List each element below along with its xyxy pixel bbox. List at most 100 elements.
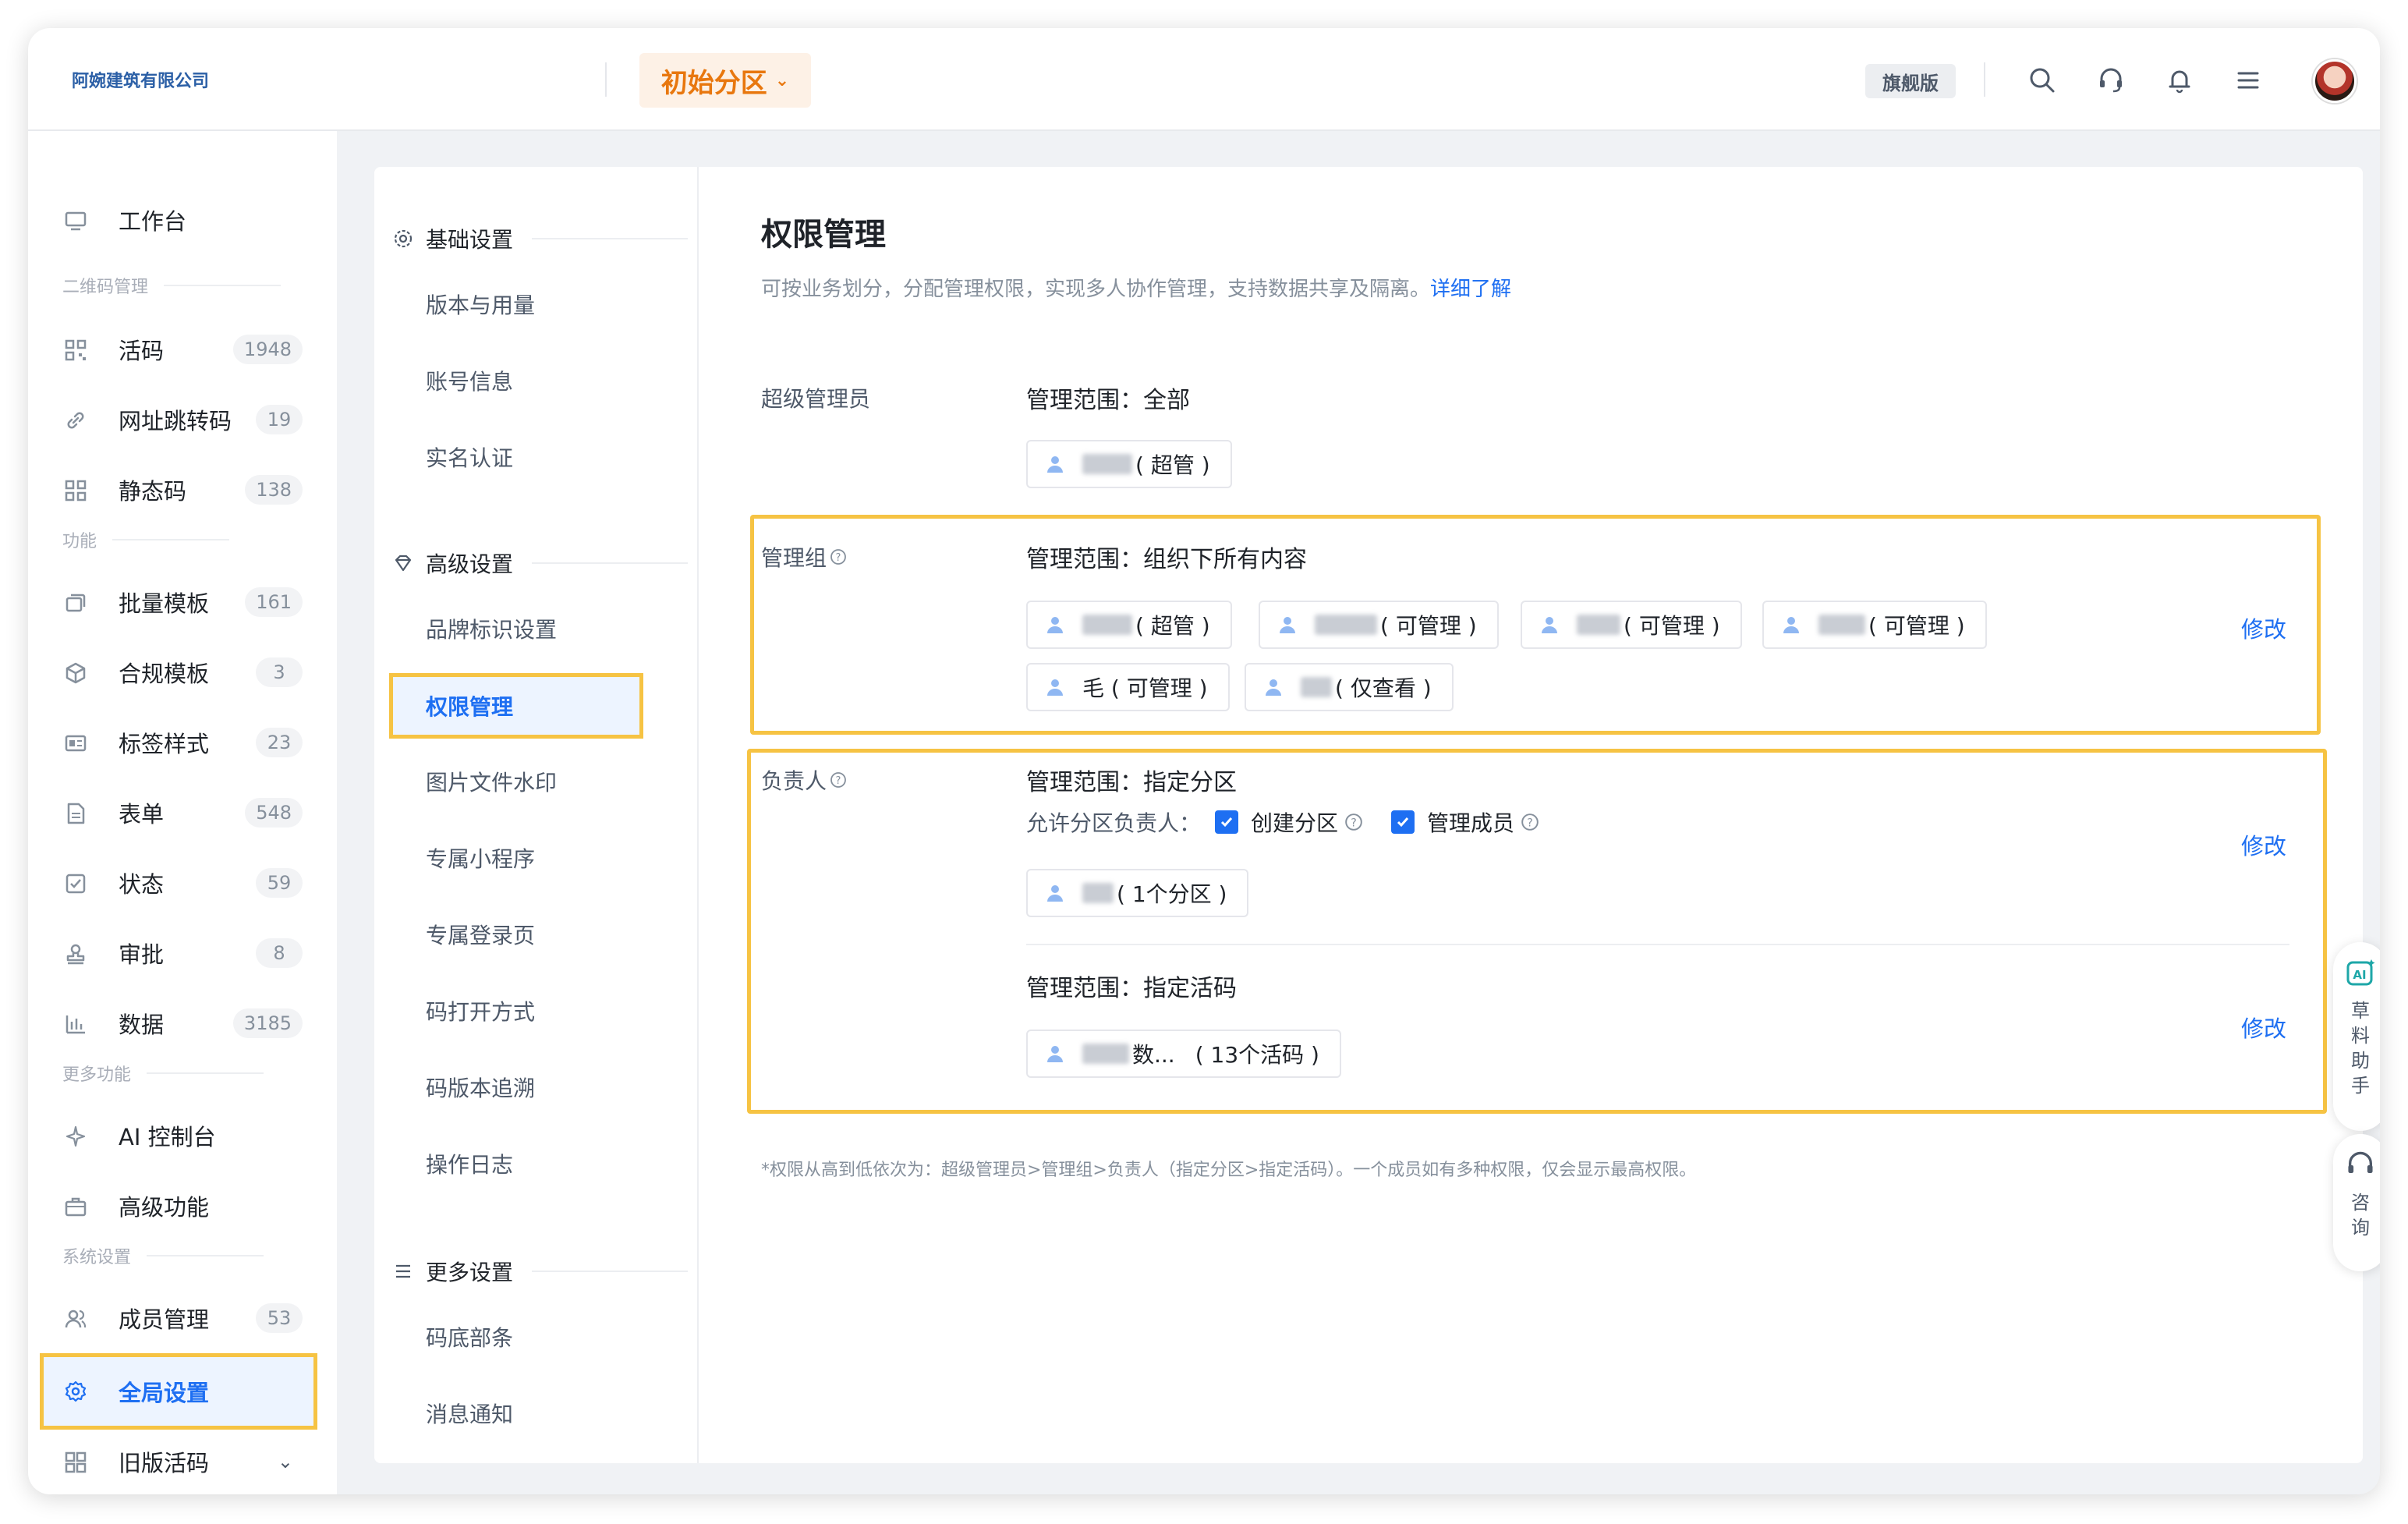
bell-icon[interactable] <box>2162 62 2197 98</box>
header-divider <box>1984 62 1985 97</box>
sidebar-item-static-code[interactable]: 静态码 138 <box>41 459 324 521</box>
redacted-name <box>1301 677 1332 697</box>
create-zone-checkbox[interactable] <box>1215 810 1239 834</box>
help-icon[interactable]: ? <box>830 548 847 565</box>
sidebar-item-advanced-features[interactable]: 高级功能 <box>41 1175 324 1237</box>
subnav-item-operation-log[interactable]: 操作日志 <box>393 1132 686 1195</box>
divider <box>1026 944 2289 945</box>
create-zone-label: 创建分区 <box>1251 810 1339 836</box>
qr-code-icon <box>65 480 87 502</box>
subnav-item-account-info[interactable]: 账号信息 <box>393 349 686 412</box>
super-admin-label: 超级管理员 <box>761 386 871 412</box>
link-icon <box>67 412 84 429</box>
subnav-item-open-method[interactable]: 码打开方式 <box>393 980 686 1042</box>
sidebar-item-label: 活码 <box>119 338 165 364</box>
sidebar-item-live-code[interactable]: 活码 1948 <box>41 318 324 381</box>
subnav-item-real-name[interactable]: 实名认证 <box>393 426 686 488</box>
chevron-down-icon: ⌄ <box>277 1451 293 1473</box>
help-icon[interactable]: ? <box>830 771 847 789</box>
member-chip: ( 超管 ) <box>1026 440 1232 488</box>
learn-more-link[interactable]: 详细了解 <box>1430 278 1511 301</box>
subnav-item-notifications[interactable]: 消息通知 <box>393 1382 686 1444</box>
member-role: ( 13个活码 ) <box>1195 1042 1319 1068</box>
menu-icon[interactable] <box>2230 62 2266 98</box>
subnav-group-label: 更多设置 <box>426 1260 514 1285</box>
sidebar-item-label: 审批 <box>119 941 165 968</box>
subnav-item-bottom-bar[interactable]: 码底部条 <box>393 1306 686 1368</box>
check-square-icon <box>66 874 86 894</box>
count-badge: 161 <box>245 587 303 617</box>
ai-assistant-button[interactable]: AI 草料助手 <box>2333 942 2380 1131</box>
member-chip: ( 可管理 ) <box>1259 601 1499 649</box>
headset-icon[interactable] <box>2093 62 2129 98</box>
sidebar-item-label: 网址跳转码 <box>119 408 232 434</box>
description-text: 可按业务划分，分配管理权限，实现多人协作管理，支持数据共享及隔离。 <box>761 278 1431 301</box>
document-icon <box>67 803 85 824</box>
search-icon[interactable] <box>2024 62 2060 98</box>
section-function: 功能 <box>62 527 229 552</box>
briefcase-icon <box>65 1197 87 1217</box>
member-chip: 数... ( 13个活码 ) <box>1026 1030 1341 1078</box>
sidebar-item-label-style[interactable]: 标签样式 23 <box>41 711 324 774</box>
count-badge: 3185 <box>232 1008 303 1038</box>
subnav-item-version-usage[interactable]: 版本与用量 <box>393 273 686 335</box>
tag-icon <box>65 735 87 752</box>
sidebar-item-member-management[interactable]: 成员管理 53 <box>41 1287 324 1349</box>
cube-icon <box>66 662 86 684</box>
help-icon[interactable]: ? <box>1521 813 1539 831</box>
consult-button[interactable]: 咨询 <box>2333 1134 2380 1271</box>
avatar[interactable] <box>2313 59 2357 103</box>
sidebar-item-approval[interactable]: 审批 8 <box>41 922 324 984</box>
sidebar-item-workbench[interactable]: 工作台 <box>41 189 324 251</box>
sidebar-item-label: 全局设置 <box>119 1380 210 1406</box>
member-role: 毛 ( 可管理 ) <box>1082 675 1208 701</box>
subnav-item-mini-program[interactable]: 专属小程序 <box>393 827 686 889</box>
sidebar-item-global-settings[interactable]: 全局设置 <box>40 1353 317 1430</box>
subnav-group-more: 更多设置 <box>393 1256 689 1287</box>
sidebar-item-legacy-live-code[interactable]: 旧版活码 ⌄ <box>41 1430 324 1493</box>
person-icon <box>1542 617 1557 633</box>
subnav-item-login-page[interactable]: 专属登录页 <box>393 903 686 966</box>
count-badge: 59 <box>256 868 303 898</box>
svg-text:AI: AI <box>2353 968 2366 982</box>
member-chip: ( 1个分区 ) <box>1026 869 1249 917</box>
company-name[interactable]: 阿婉建筑有限公司 <box>72 67 209 92</box>
header-divider <box>605 62 607 97</box>
permissions-content: 权限管理 可按业务划分，分配管理权限，实现多人协作管理，支持数据共享及隔离。详细… <box>699 167 2363 1463</box>
subnav-item-version-trace[interactable]: 码版本追溯 <box>393 1056 686 1118</box>
edit-code-owner-button[interactable]: 修改 <box>2241 1011 2286 1044</box>
manage-members-checkbox[interactable] <box>1391 810 1415 834</box>
edition-badge[interactable]: 旗舰版 <box>1865 64 1956 98</box>
sidebar-item-form[interactable]: 表单 548 <box>41 781 324 844</box>
sidebar-item-data[interactable]: 数据 3185 <box>41 992 324 1054</box>
sidebar-item-batch-template[interactable]: 批量模板 161 <box>41 571 324 633</box>
sidebar-item-ai-console[interactable]: AI 控制台 <box>41 1104 324 1167</box>
redacted-name <box>1082 615 1132 635</box>
top-header: 阿婉建筑有限公司 初始分区 ⌄ 旗舰版 <box>28 28 2380 131</box>
zone-selector[interactable]: 初始分区 ⌄ <box>639 53 811 108</box>
subnav-item-watermark[interactable]: 图片文件水印 <box>393 750 686 813</box>
member-chip: ( 可管理 ) <box>1762 601 1987 649</box>
edit-group-button[interactable]: 修改 <box>2241 611 2286 644</box>
sidebar-item-label: 表单 <box>119 801 165 828</box>
person-icon <box>1047 679 1063 696</box>
redacted-name <box>1818 615 1865 635</box>
subnav-item-permissions[interactable]: 权限管理 <box>389 673 643 739</box>
list-icon <box>396 1264 410 1278</box>
edit-zone-owner-button[interactable]: 修改 <box>2241 828 2286 861</box>
allow-label: 允许分区负责人： <box>1026 810 1202 836</box>
sidebar-item-compliance-template[interactable]: 合规模板 3 <box>41 641 324 704</box>
sidebar-item-status[interactable]: 状态 59 <box>41 852 324 914</box>
count-badge: 3 <box>256 657 303 687</box>
copy-icon <box>66 594 86 612</box>
ai-assistant-label: 草料助手 <box>2351 1000 2370 1097</box>
sidebar-item-label: 高级功能 <box>119 1194 210 1221</box>
sidebar-item-url-redirect[interactable]: 网址跳转码 19 <box>41 388 324 451</box>
redacted-name <box>1315 615 1377 635</box>
count-badge: 53 <box>256 1303 303 1333</box>
subnav-group-basic: 基础设置 <box>393 223 689 254</box>
subnav-item-brand[interactable]: 品牌标识设置 <box>393 597 686 660</box>
owner-text: 负责人 <box>761 768 827 794</box>
help-icon[interactable]: ? <box>1344 813 1363 831</box>
section-more-functions: 更多功能 <box>62 1061 264 1086</box>
